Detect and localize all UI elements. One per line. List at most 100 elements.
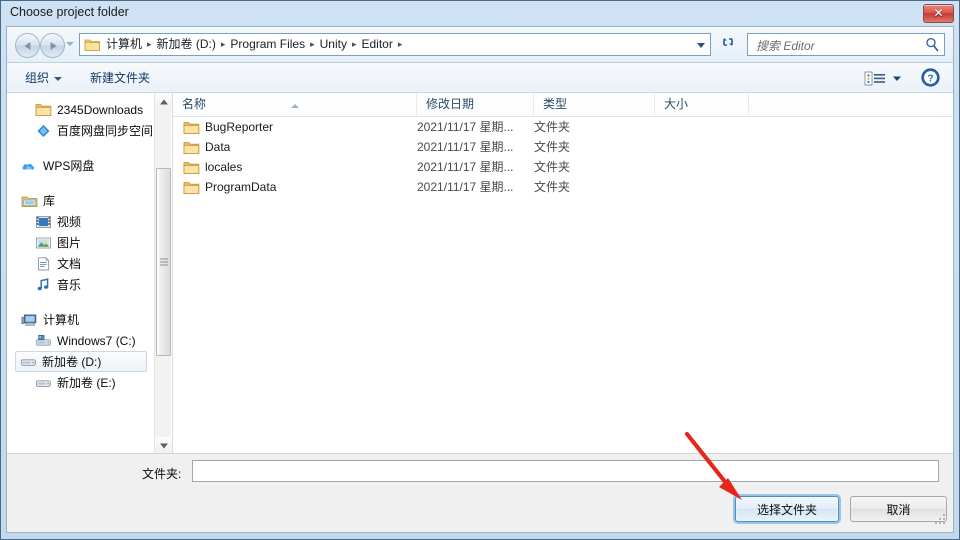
tree-gap bbox=[7, 176, 155, 190]
sidebar-item-2[interactable]: WPS网盘 bbox=[7, 155, 155, 176]
folder-tree[interactable]: 2345Downloads 百度网盘同步空间 WPS网盘库视频图片文档音乐计算机 Wi… bbox=[7, 93, 155, 454]
chevron-down-icon bbox=[54, 76, 63, 81]
column-header-label: 大小 bbox=[664, 97, 689, 111]
table-row[interactable]: ProgramData 2021/11/17 星期... 文件夹 bbox=[173, 177, 953, 197]
sidebar-scrollbar[interactable] bbox=[154, 93, 172, 454]
video-icon bbox=[35, 214, 52, 230]
folder-name-input[interactable] bbox=[197, 461, 934, 483]
column-headers: 名称 修改日期 类型 大小 bbox=[173, 93, 953, 117]
help-icon: ? bbox=[921, 68, 940, 87]
scroll-down-icon bbox=[159, 443, 168, 448]
sidebar-item-label: WPS网盘 bbox=[43, 159, 95, 173]
sidebar-item-label: Windows7 (C:) bbox=[57, 333, 136, 348]
table-row[interactable]: locales 2021/11/17 星期... 文件夹 bbox=[173, 157, 953, 177]
tree-gap bbox=[7, 295, 155, 309]
cell-name: BugReporter bbox=[205, 120, 274, 134]
breadcrumb-item-2[interactable]: Program Files bbox=[227, 34, 308, 55]
breadcrumb-item-3[interactable]: Unity bbox=[317, 34, 350, 55]
title-bar: Choose project folder ✕ bbox=[1, 1, 959, 26]
address-bar[interactable]: 计算机 ▸ 新加卷 (D:) ▸ Program Files ▸ Unity ▸… bbox=[79, 33, 711, 56]
refresh-button[interactable] bbox=[717, 34, 739, 55]
sidebar-item-label: 新加卷 (E:) bbox=[57, 376, 116, 390]
breadcrumb-separator-icon: ▸ bbox=[397, 39, 403, 49]
sidebar-item-4[interactable]: 视频 bbox=[7, 211, 155, 232]
sidebar-item-7[interactable]: 音乐 bbox=[7, 274, 155, 295]
navigation-bar: 计算机 ▸ 新加卷 (D:) ▸ Program Files ▸ Unity ▸… bbox=[7, 27, 953, 63]
sidebar-item-label: 新加卷 (D:) bbox=[42, 355, 102, 369]
sidebar-item-11[interactable]: 新加卷 (E:) bbox=[7, 372, 155, 393]
sidebar-item-3[interactable]: 库 bbox=[7, 190, 155, 211]
folder-name-field[interactable] bbox=[192, 460, 939, 483]
file-rows: BugReporter 2021/11/17 星期... 文件夹 Data 2021/1… bbox=[173, 117, 953, 454]
search-icon bbox=[926, 37, 939, 52]
help-button[interactable]: ? bbox=[921, 68, 940, 87]
breadcrumb-item-4[interactable]: Editor bbox=[359, 34, 396, 55]
organize-menu-button[interactable]: 组织 bbox=[20, 68, 67, 88]
scroll-up-button[interactable] bbox=[155, 93, 172, 110]
dialog-window: Choose project folder ✕ 计算机 ▸ 新加卷 (D:) ▸… bbox=[0, 0, 960, 540]
sidebar-item-1[interactable]: 百度网盘同步空间 bbox=[7, 120, 155, 141]
cell-type: 文件夹 bbox=[534, 180, 571, 194]
file-list-pane: 名称 修改日期 类型 大小 BugReporter 2021/11/17 星期... 文件… bbox=[173, 93, 953, 454]
scroll-up-icon bbox=[159, 99, 168, 104]
sidebar-item-6[interactable]: 文档 bbox=[7, 253, 155, 274]
breadcrumb-separator-icon: ▸ bbox=[147, 39, 152, 49]
sidebar-item-label: 文档 bbox=[57, 257, 82, 271]
cell-name: locales bbox=[205, 160, 243, 174]
cell-size bbox=[655, 117, 749, 137]
table-row[interactable]: BugReporter 2021/11/17 星期... 文件夹 bbox=[173, 117, 953, 137]
close-button[interactable]: ✕ bbox=[923, 4, 954, 23]
new-folder-label: 新建文件夹 bbox=[90, 71, 151, 85]
select-folder-label: 选择文件夹 bbox=[756, 502, 817, 517]
dialog-body: 计算机 ▸ 新加卷 (D:) ▸ Program Files ▸ Unity ▸… bbox=[6, 26, 954, 533]
computer-icon bbox=[21, 312, 38, 328]
drive-icon bbox=[20, 354, 37, 370]
sidebar-item-5[interactable]: 图片 bbox=[7, 232, 155, 253]
sidebar-item-label: 视频 bbox=[57, 215, 82, 229]
breadcrumb-separator-icon: ▸ bbox=[310, 39, 315, 49]
view-options-button[interactable] bbox=[863, 69, 907, 88]
forward-arrow-icon bbox=[50, 41, 57, 50]
sidebar-item-9[interactable]: Windows7 (C:) bbox=[7, 330, 155, 351]
library-icon bbox=[21, 193, 38, 209]
organize-label: 组织 bbox=[25, 71, 50, 85]
pictures-icon bbox=[35, 235, 52, 251]
column-header-type[interactable]: 类型 bbox=[534, 93, 655, 116]
search-box[interactable] bbox=[747, 33, 945, 57]
search-input[interactable] bbox=[754, 34, 920, 57]
cell-size bbox=[655, 157, 749, 177]
breadcrumb-item-1[interactable]: 新加卷 (D:) bbox=[154, 34, 219, 55]
scrollbar-thumb[interactable] bbox=[156, 168, 171, 356]
table-row[interactable]: Data 2021/11/17 星期... 文件夹 bbox=[173, 137, 953, 157]
baidu-netdisk-icon bbox=[35, 123, 52, 139]
cell-size bbox=[655, 137, 749, 157]
sidebar-item-0[interactable]: 2345Downloads bbox=[7, 99, 155, 120]
forward-button[interactable] bbox=[40, 33, 65, 58]
cell-date: 2021/11/17 星期... bbox=[417, 140, 514, 154]
column-header-name[interactable]: 名称 bbox=[173, 93, 417, 116]
sidebar-item-label: 音乐 bbox=[57, 278, 82, 292]
chevron-down-icon[interactable] bbox=[697, 43, 705, 48]
folder-icon bbox=[35, 102, 52, 118]
scroll-down-button[interactable] bbox=[155, 437, 172, 454]
system-drive-icon bbox=[35, 333, 52, 349]
column-header-size[interactable]: 大小 bbox=[655, 93, 749, 116]
footer-bar: 文件夹: 选择文件夹 取消 bbox=[7, 453, 953, 532]
breadcrumb-separator-icon: ▸ bbox=[351, 39, 357, 49]
cell-name: ProgramData bbox=[205, 180, 277, 194]
cancel-button[interactable]: 取消 bbox=[850, 496, 947, 522]
column-header-label: 修改日期 bbox=[426, 97, 475, 111]
select-folder-button[interactable]: 选择文件夹 bbox=[735, 496, 839, 522]
back-button[interactable] bbox=[15, 33, 40, 58]
new-folder-button[interactable]: 新建文件夹 bbox=[85, 68, 155, 88]
recent-locations-button[interactable] bbox=[66, 42, 74, 46]
screenshot-root: Choose project folder ✕ 计算机 ▸ 新加卷 (D:) ▸… bbox=[0, 0, 960, 540]
sidebar-item-8[interactable]: 计算机 bbox=[7, 309, 155, 330]
tree-gap bbox=[7, 141, 155, 155]
column-header-date[interactable]: 修改日期 bbox=[417, 93, 534, 116]
refresh-icon bbox=[722, 38, 733, 46]
sidebar-item-10[interactable]: 新加卷 (D:) bbox=[15, 351, 147, 372]
sidebar-item-label: 2345Downloads bbox=[57, 102, 144, 117]
resize-grip-icon[interactable] bbox=[935, 514, 947, 526]
breadcrumb-item-0[interactable]: 计算机 bbox=[103, 34, 145, 55]
